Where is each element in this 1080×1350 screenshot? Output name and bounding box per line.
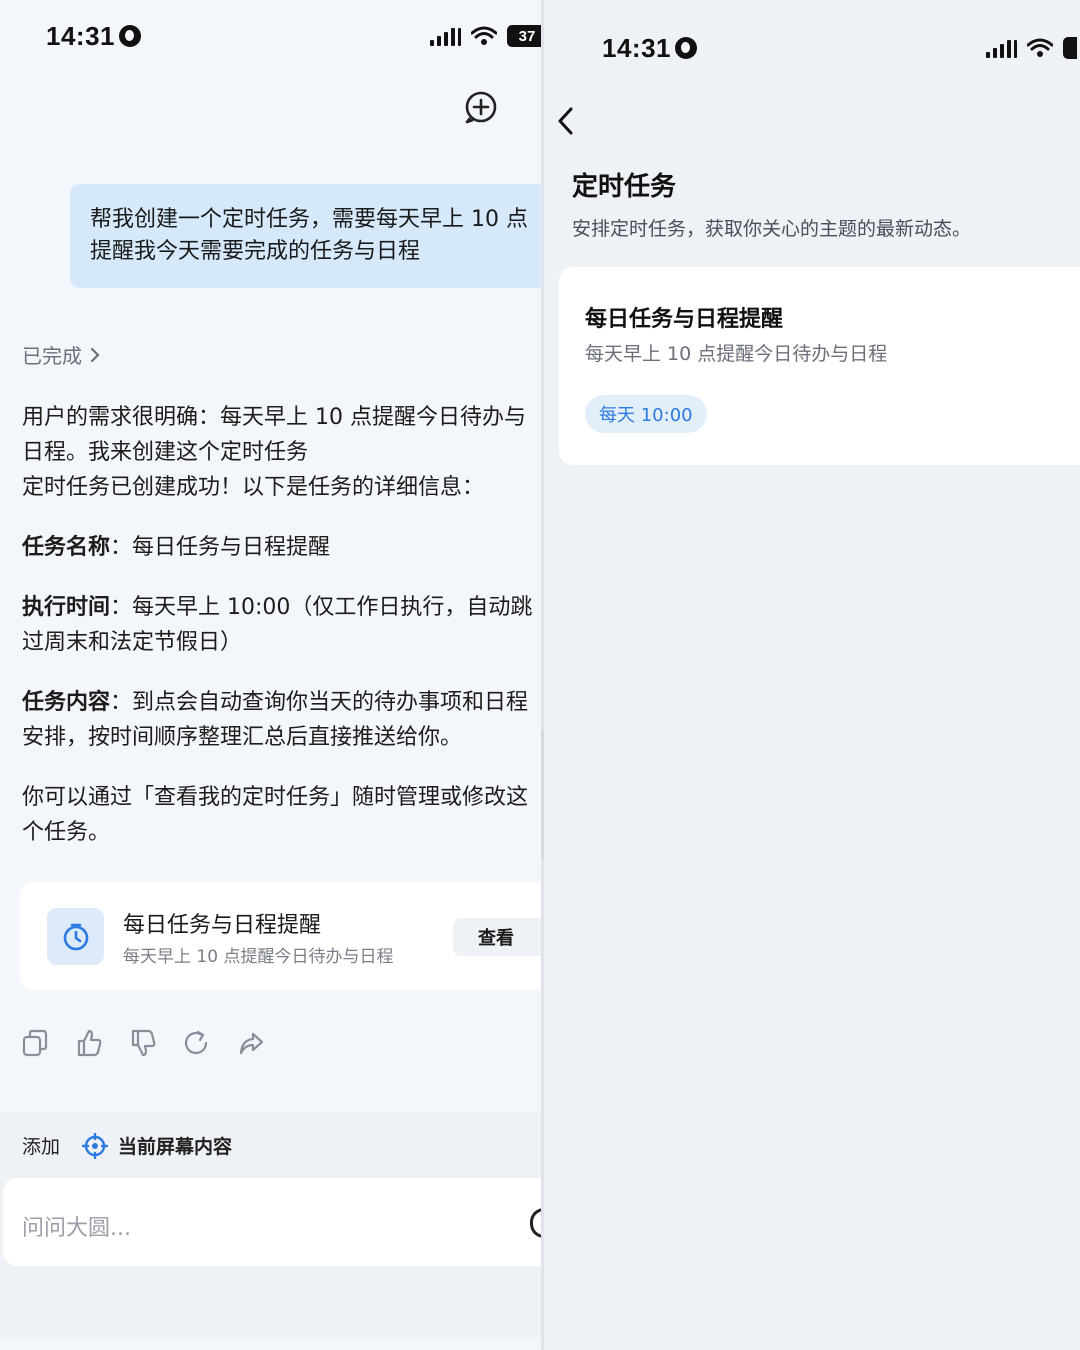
manage-hint-line: 你可以通过「查看我的定时任务」随时管理或修改这 bbox=[22, 785, 529, 810]
message-actions bbox=[22, 1028, 264, 1058]
task-time-label: 执行时间 bbox=[22, 595, 111, 620]
task-icon-box bbox=[47, 908, 104, 965]
response-line: 定时任务已创建成功！以下是任务的详细信息： bbox=[22, 475, 485, 500]
task-name-line: 任务名称：每日任务与日程提醒 bbox=[22, 530, 541, 565]
status-bar: 14:31 bbox=[46, 18, 141, 54]
status-time: 14:31 bbox=[46, 20, 115, 51]
status-indicators: 37 bbox=[430, 18, 541, 54]
scheduled-task-card[interactable]: 每日任务与日程提醒 每天早上 10 点提醒今日待办与日程 每天 10:00 bbox=[559, 267, 1080, 465]
chat-pane: 14:31 37 帮我创建一个定时任务，需要每天早上 10 点提醒我今天需要完成… bbox=[0, 0, 541, 1350]
task-time-value: ：每天早上 10:00（仅工作日执行，自动跳 bbox=[110, 595, 533, 620]
scheduled-task-subtitle: 每天早上 10 点提醒今日待办与日程 bbox=[585, 343, 888, 365]
task-time-block: 执行时间：每天早上 10:00（仅工作日执行，自动跳 过周末和法定节假日） bbox=[22, 590, 541, 660]
chat-input[interactable]: 问问大圆... bbox=[3, 1178, 541, 1266]
signal-icon bbox=[430, 26, 461, 46]
page-title: 定时任务 bbox=[572, 172, 677, 202]
timer-icon bbox=[63, 923, 88, 950]
task-content-value-cont: 安排，按时间顺序整理汇总后直接推送给你。 bbox=[22, 725, 463, 750]
page-subtitle: 安排定时任务，获取你关心的主题的最新动态。 bbox=[572, 218, 972, 240]
crosshair-icon bbox=[82, 1132, 109, 1159]
screen-content-label: 当前屏幕内容 bbox=[118, 1136, 233, 1158]
plus-circle-icon[interactable] bbox=[464, 90, 498, 124]
signal-icon bbox=[986, 38, 1017, 58]
completed-label: 已完成 bbox=[22, 344, 82, 368]
status-time-group: 14:31 bbox=[46, 21, 141, 52]
scheduled-tasks-pane: 14:31 定时任务 安排定时任务，获取你关心的主题的最新动态。 每日任务与日程… bbox=[544, 0, 1080, 1350]
task-card-title: 每日任务与日程提醒 bbox=[123, 913, 322, 938]
thumbs-down-icon[interactable] bbox=[130, 1028, 156, 1058]
task-content-block: 任务内容：到点会自动查询你当天的待办事项和日程 安排，按时间顺序整理汇总后直接推… bbox=[22, 685, 541, 755]
thumbs-up-icon[interactable] bbox=[76, 1028, 102, 1058]
task-name-label: 任务名称 bbox=[22, 535, 111, 560]
status-bar: 14:31 bbox=[602, 30, 697, 66]
battery-level: 37 bbox=[518, 27, 536, 45]
location-icon bbox=[119, 25, 141, 47]
status-indicators bbox=[986, 30, 1077, 66]
user-message-bubble: 帮我创建一个定时任务，需要每天早上 10 点提醒我今天需要完成的任务与日程 bbox=[70, 184, 541, 288]
wifi-icon bbox=[471, 26, 497, 45]
location-icon bbox=[675, 37, 697, 59]
response-line: 用户的需求很明确：每天早上 10 点提醒今日待办与 bbox=[22, 405, 526, 430]
response-intro: 用户的需求很明确：每天早上 10 点提醒今日待办与 日程。我来创建这个定时任务 … bbox=[22, 400, 541, 505]
schedule-badge: 每天 10:00 bbox=[585, 395, 707, 433]
battery-icon: 37 bbox=[507, 25, 541, 47]
add-button[interactable]: 添加 bbox=[22, 1132, 60, 1159]
refresh-icon[interactable] bbox=[184, 1028, 210, 1058]
status-time: 14:31 bbox=[602, 32, 671, 63]
task-content-label: 任务内容 bbox=[22, 690, 111, 715]
response-line: 日程。我来创建这个定时任务 bbox=[22, 440, 309, 465]
view-task-button[interactable]: 查看 bbox=[453, 918, 541, 956]
task-time-value-cont: 过周末和法定节假日） bbox=[22, 630, 243, 655]
status-time-group: 14:31 bbox=[602, 33, 697, 64]
composer-area: 添加 当前屏幕内容 问问大圆... bbox=[0, 1112, 541, 1350]
task-name-value: ：每日任务与日程提醒 bbox=[110, 535, 331, 560]
battery-icon bbox=[1063, 37, 1077, 59]
attachment-row: 添加 当前屏幕内容 bbox=[22, 1132, 232, 1159]
task-content-value: ：到点会自动查询你当天的待办事项和日程 bbox=[110, 690, 529, 715]
share-icon[interactable] bbox=[238, 1028, 264, 1058]
task-card[interactable]: 每日任务与日程提醒 每天早上 10 点提醒今日待办与日程 查看 bbox=[20, 882, 541, 990]
task-card-subtitle: 每天早上 10 点提醒今日待办与日程 bbox=[123, 947, 394, 967]
completed-toggle[interactable]: 已完成 bbox=[22, 340, 100, 369]
chevron-right-icon bbox=[90, 347, 100, 362]
manage-hint: 你可以通过「查看我的定时任务」随时管理或修改这 个任务。 bbox=[22, 780, 541, 850]
home-indicator-area bbox=[0, 1338, 541, 1350]
chevron-left-icon[interactable] bbox=[554, 104, 576, 138]
copy-icon[interactable] bbox=[22, 1028, 48, 1058]
wifi-icon bbox=[1027, 38, 1053, 57]
scheduled-task-title: 每日任务与日程提醒 bbox=[585, 307, 784, 332]
screen-content-chip[interactable]: 当前屏幕内容 bbox=[82, 1132, 232, 1159]
manage-hint-line: 个任务。 bbox=[22, 820, 111, 845]
